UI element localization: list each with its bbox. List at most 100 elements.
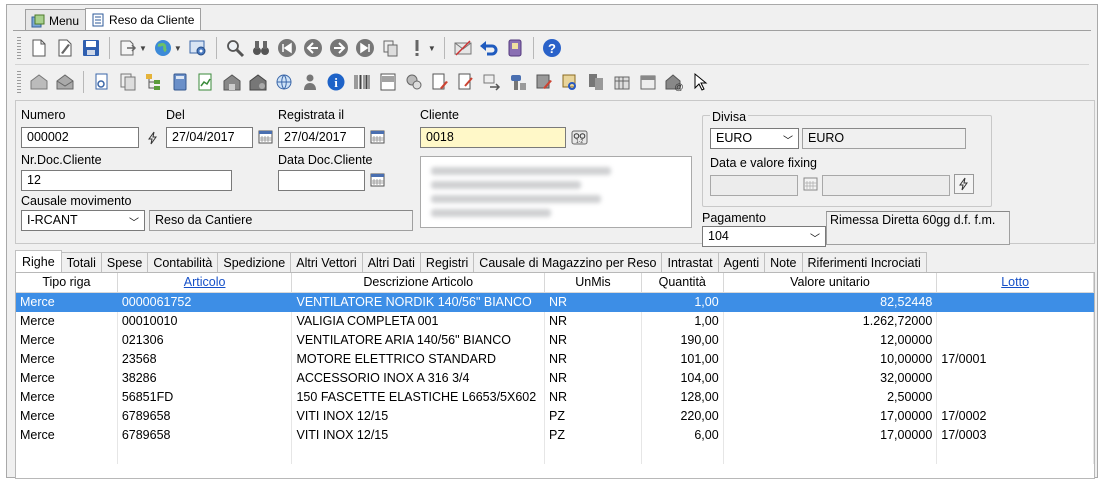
tab-riferimenti[interactable]: Riferimenti Incrociati	[801, 252, 927, 272]
cell-quantita[interactable]: 128,00	[642, 388, 724, 407]
cell-descrizione[interactable]: VENTILATORE ARIA 140/56" BIANCO	[292, 331, 545, 350]
tab-registri[interactable]: Registri	[419, 252, 475, 272]
tab-spese[interactable]: Spese	[100, 252, 149, 272]
column-header-quantita[interactable]: Quantità	[642, 273, 724, 293]
toolbar-grip[interactable]	[17, 71, 21, 93]
table-row[interactable]	[16, 445, 1094, 464]
cell-descrizione[interactable]: ACCESSORIO INOX A 316 3/4	[292, 369, 545, 388]
cell-tipo[interactable]: Merce	[16, 350, 118, 369]
doc-tab-menu[interactable]: Menu	[25, 9, 87, 31]
cell-articolo[interactable]: 23568	[118, 350, 293, 369]
registrata-date-field[interactable]: 27/04/2017	[278, 127, 365, 148]
cell-valore[interactable]: 12,00000	[724, 331, 938, 350]
cell-descrizione[interactable]: 150 FASCETTE ELASTICHE L6653/5X602	[292, 388, 545, 407]
cell-descrizione[interactable]: VALIGIA COMPLETA 001	[292, 312, 545, 331]
tree-icon[interactable]	[141, 69, 167, 95]
cell-valore[interactable]: 82,52448	[724, 293, 938, 312]
documents-icon[interactable]	[115, 69, 141, 95]
cell-quantita[interactable]: 190,00	[642, 331, 724, 350]
fixing-date-field[interactable]	[710, 175, 798, 196]
cell-articolo[interactable]	[118, 445, 293, 464]
lightning-icon[interactable]	[954, 174, 974, 194]
cell-quantita[interactable]: 101,00	[642, 350, 724, 369]
email-at-icon[interactable]: @	[661, 69, 687, 95]
document-edit-icon[interactable]	[427, 69, 453, 95]
cell-unmis[interactable]: NR	[545, 312, 642, 331]
tab-spedizione[interactable]: Spedizione	[217, 252, 292, 272]
barcode-icon[interactable]	[349, 69, 375, 95]
next-icon[interactable]	[326, 35, 352, 61]
cell-descrizione[interactable]: MOTORE ELETTRICO STANDARD	[292, 350, 545, 369]
tab-agenti[interactable]: Agenti	[717, 252, 766, 272]
calendar-icon[interactable]	[635, 69, 661, 95]
cell-unmis[interactable]: NR	[545, 350, 642, 369]
chat-icon[interactable]	[401, 69, 427, 95]
first-icon[interactable]	[274, 35, 300, 61]
tab-righe[interactable]: Righe	[15, 250, 62, 272]
copy-icon[interactable]	[378, 35, 404, 61]
alert-icon[interactable]	[404, 35, 430, 61]
cell-tipo[interactable]: Merce	[16, 426, 118, 445]
calendar-icon[interactable]	[368, 128, 386, 146]
divisa-select[interactable]: EURO ﹀	[710, 128, 799, 149]
cell-articolo[interactable]: 0000061752	[118, 293, 293, 312]
righe-grid[interactable]: Tipo riga Articolo Descrizione Articolo …	[15, 272, 1095, 479]
cell-lotto[interactable]: 17/0001	[937, 350, 1094, 369]
column-header-tipo[interactable]: Tipo riga	[16, 273, 118, 293]
cell-lotto[interactable]	[937, 312, 1094, 331]
cell-unmis[interactable]: NR	[545, 369, 642, 388]
calendar-icon[interactable]	[256, 128, 274, 146]
nrdoc-field[interactable]: 12	[21, 170, 232, 191]
table-row[interactable]: Merce 00010010 VALIGIA COMPLETA 001 NR 1,00 1…	[16, 312, 1094, 331]
last-icon[interactable]	[352, 35, 378, 61]
cell-valore[interactable]: 17,00000	[724, 426, 938, 445]
table-row[interactable]: Merce 021306 VENTILATORE ARIA 140/56" BIAN…	[16, 331, 1094, 350]
cell-quantita[interactable]: 104,00	[642, 369, 724, 388]
cell-descrizione[interactable]: VITI INOX 12/15	[292, 407, 545, 426]
cell-articolo[interactable]: 021306	[118, 331, 293, 350]
cell-tipo[interactable]: Merce	[16, 312, 118, 331]
edit-icon[interactable]	[52, 35, 78, 61]
cell-valore[interactable]: 1.262,72000	[724, 312, 938, 331]
cell-unmis[interactable]	[545, 445, 642, 464]
info-icon[interactable]: i	[323, 69, 349, 95]
column-header-unmis[interactable]: UnMis	[545, 273, 642, 293]
cell-quantita[interactable]: 1,00	[642, 293, 724, 312]
cell-unmis[interactable]: NR	[545, 331, 642, 350]
cliente-field[interactable]: 0018	[420, 127, 566, 148]
prev-icon[interactable]	[300, 35, 326, 61]
globe-icon[interactable]	[150, 35, 176, 61]
cell-descrizione[interactable]: VITI INOX 12/15	[292, 426, 545, 445]
causale-select[interactable]: I-RCANT ﹀	[21, 210, 145, 231]
new-document-icon[interactable]	[26, 35, 52, 61]
tab-altri-dati[interactable]: Altri Dati	[361, 252, 421, 272]
numero-field[interactable]: 000002	[21, 127, 139, 148]
chevron-down-icon[interactable]: ▼	[174, 44, 182, 53]
cell-tipo[interactable]: Merce	[16, 407, 118, 426]
column-header-articolo[interactable]: Articolo	[118, 273, 293, 293]
calculator-icon[interactable]	[167, 69, 193, 95]
mail-icon[interactable]	[450, 35, 476, 61]
table-row[interactable]: Merce 38286 ACCESSORIO INOX A 316 3/4 NR 104…	[16, 369, 1094, 388]
cell-descrizione[interactable]	[292, 445, 545, 464]
cell-unmis[interactable]: NR	[545, 293, 642, 312]
cell-lotto[interactable]: 17/0003	[937, 426, 1094, 445]
help-icon[interactable]: ?	[539, 35, 565, 61]
link-icon[interactable]	[557, 69, 583, 95]
cell-lotto[interactable]	[937, 369, 1094, 388]
toolbar-grip[interactable]	[17, 37, 21, 59]
cell-descrizione[interactable]: VENTILATORE NORDIK 140/56" BIANCO	[292, 293, 545, 312]
table-row[interactable]: Merce 23568 MOTORE ELETTRICO STANDARD NR 101…	[16, 350, 1094, 369]
datadoc-field[interactable]	[278, 170, 365, 191]
tab-note[interactable]: Note	[764, 252, 803, 272]
settings-icon[interactable]	[185, 35, 211, 61]
document-sign-icon[interactable]	[453, 69, 479, 95]
lookup-icon[interactable]: 1-2	[570, 128, 588, 146]
cell-lotto[interactable]	[937, 331, 1094, 350]
column-header-valore[interactable]: Valore unitario	[724, 273, 938, 293]
person-icon[interactable]	[297, 69, 323, 95]
calendar-icon[interactable]	[801, 175, 819, 193]
binoculars-icon[interactable]	[248, 35, 274, 61]
globe-gear-icon[interactable]	[271, 69, 297, 95]
cell-articolo[interactable]: 6789658	[118, 426, 293, 445]
